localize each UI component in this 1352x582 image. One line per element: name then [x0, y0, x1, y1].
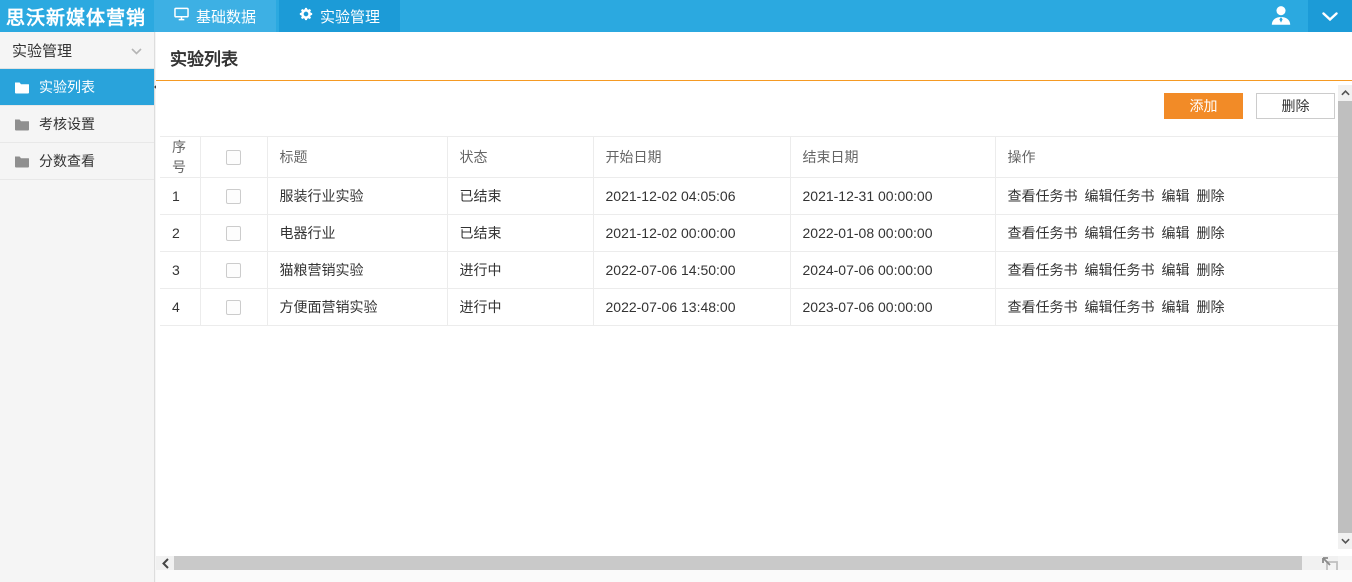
- scroll-up-arrow-icon[interactable]: [1338, 85, 1352, 101]
- col-header-index: 序号: [160, 136, 201, 178]
- select-all-checkbox[interactable]: [226, 150, 241, 166]
- table-row: 1 服装行业实验 已结束 2021-12-02 04:05:06 2021-12…: [160, 177, 1340, 215]
- horizontal-scrollbar[interactable]: [156, 556, 1338, 570]
- sidebar: 实验管理 实验列表 考核设置 分数查看: [0, 32, 163, 582]
- sidebar-item-assessment-settings[interactable]: 考核设置: [0, 106, 154, 143]
- scroll-down-arrow-icon[interactable]: [1338, 533, 1352, 549]
- edit-link[interactable]: 编辑: [1162, 299, 1190, 315]
- row-actions: 查看任务书 编辑任务书 编辑 删除: [995, 214, 1340, 252]
- tab-label: 实验管理: [320, 8, 381, 26]
- sidebar-item-experiment-list[interactable]: 实验列表: [0, 69, 163, 106]
- row-status: 已结束: [447, 177, 594, 215]
- row-checkbox[interactable]: [226, 189, 241, 205]
- edit-link[interactable]: 编辑: [1162, 262, 1190, 278]
- edit-link[interactable]: 编辑: [1162, 188, 1190, 204]
- edit-task-book-link[interactable]: 编辑任务书: [1085, 262, 1155, 278]
- table-header-row: 序号 标题 状态 开始日期 结束日期 操作: [160, 136, 1340, 178]
- sidebar-group-experiment-management[interactable]: 实验管理: [0, 32, 154, 69]
- row-status: 进行中: [447, 251, 594, 289]
- delete-link[interactable]: 删除: [1197, 262, 1225, 278]
- bottom-strip: [156, 570, 1352, 582]
- col-header-status: 状态: [447, 136, 594, 178]
- gear-icon: [299, 7, 313, 25]
- edit-task-book-link[interactable]: 编辑任务书: [1085, 299, 1155, 315]
- table-row: 4 方便面营销实验 进行中 2022-07-06 13:48:00 2023-0…: [160, 288, 1340, 326]
- table-row: 3 猫粮营销实验 进行中 2022-07-06 14:50:00 2024-07…: [160, 251, 1340, 289]
- table-row: 2 电器行业 已结束 2021-12-02 00:00:00 2022-01-0…: [160, 214, 1340, 252]
- monitor-icon: [174, 7, 189, 25]
- tab-experiment-management[interactable]: 实验管理: [279, 0, 401, 32]
- row-actions: 查看任务书 编辑任务书 编辑 删除: [995, 251, 1340, 289]
- topbar-dropdown-button[interactable]: [1308, 0, 1352, 32]
- row-checkbox[interactable]: [226, 226, 241, 242]
- vertical-scrollbar[interactable]: [1338, 85, 1352, 549]
- row-status: 进行中: [447, 288, 594, 326]
- row-title: 电器行业: [267, 214, 448, 252]
- user-icon: [1268, 2, 1294, 31]
- col-header-checkbox: [200, 136, 268, 178]
- row-start-date: 2021-12-02 04:05:06: [593, 177, 791, 215]
- sidebar-item-label: 考核设置: [39, 116, 95, 132]
- toolbar: 添加 删除: [156, 93, 1352, 119]
- row-start-date: 2022-07-06 14:50:00: [593, 251, 791, 289]
- col-header-end-date: 结束日期: [790, 136, 996, 178]
- view-task-book-link[interactable]: 查看任务书: [1008, 262, 1078, 278]
- row-index: 1: [160, 177, 201, 215]
- row-actions: 查看任务书 编辑任务书 编辑 删除: [995, 288, 1340, 326]
- row-index: 2: [160, 214, 201, 252]
- vertical-scrollbar-thumb[interactable]: [1338, 101, 1352, 533]
- delete-link[interactable]: 删除: [1197, 188, 1225, 204]
- folder-icon: [14, 155, 30, 168]
- edit-task-book-link[interactable]: 编辑任务书: [1085, 188, 1155, 204]
- horizontal-scrollbar-thumb[interactable]: [174, 556, 1302, 570]
- edit-link[interactable]: 编辑: [1162, 225, 1190, 241]
- sidebar-group-label: 实验管理: [12, 42, 73, 60]
- view-task-book-link[interactable]: 查看任务书: [1008, 188, 1078, 204]
- row-index: 3: [160, 251, 201, 289]
- user-menu-button[interactable]: [1254, 0, 1308, 32]
- delete-button[interactable]: 删除: [1256, 93, 1335, 119]
- row-end-date: 2024-07-06 00:00:00: [790, 251, 996, 289]
- tab-label: 基础数据: [196, 8, 257, 26]
- folder-icon: [14, 118, 30, 131]
- row-checkbox[interactable]: [226, 300, 241, 316]
- delete-link[interactable]: 删除: [1197, 299, 1225, 315]
- delete-link[interactable]: 删除: [1197, 225, 1225, 241]
- sidebar-item-score-view[interactable]: 分数查看: [0, 143, 154, 180]
- scroll-left-arrow-icon[interactable]: [156, 557, 174, 569]
- row-title: 服装行业实验: [267, 177, 448, 215]
- chevron-down-icon: [131, 42, 142, 59]
- row-title: 猫粮营销实验: [267, 251, 448, 289]
- row-start-date: 2022-07-06 13:48:00: [593, 288, 791, 326]
- row-title: 方便面营销实验: [267, 288, 448, 326]
- sidebar-item-label: 分数查看: [39, 153, 95, 169]
- title-divider: [156, 80, 1352, 81]
- topbar: 思沃新媒体营销 基础数据 实验管理: [0, 0, 1352, 32]
- experiment-table: 序号 标题 状态 开始日期 结束日期 操作 1 服装行业实验 已结束 2021-…: [160, 136, 1340, 326]
- row-end-date: 2023-07-06 00:00:00: [790, 288, 996, 326]
- edit-task-book-link[interactable]: 编辑任务书: [1085, 225, 1155, 241]
- row-checkbox[interactable]: [226, 263, 241, 279]
- sidebar-item-label: 实验列表: [39, 79, 95, 95]
- row-actions: 查看任务书 编辑任务书 编辑 删除: [995, 177, 1340, 215]
- row-end-date: 2021-12-31 00:00:00: [790, 177, 996, 215]
- row-end-date: 2022-01-08 00:00:00: [790, 214, 996, 252]
- page-title: 实验列表: [170, 50, 238, 69]
- row-start-date: 2021-12-02 00:00:00: [593, 214, 791, 252]
- row-index: 4: [160, 288, 201, 326]
- chevron-down-icon: [1322, 8, 1338, 24]
- folder-icon: [14, 81, 30, 94]
- col-header-title: 标题: [267, 136, 448, 178]
- col-header-actions: 操作: [995, 136, 1340, 178]
- main-content: 实验列表 添加 删除 序号 标题 状态 开始日期 结束日期 操作 1 服装行业实…: [156, 32, 1352, 556]
- view-task-book-link[interactable]: 查看任务书: [1008, 299, 1078, 315]
- app-logo: 思沃新媒体营销: [6, 7, 147, 29]
- col-header-start-date: 开始日期: [593, 136, 791, 178]
- tab-basic-data[interactable]: 基础数据: [154, 0, 277, 32]
- row-status: 已结束: [447, 214, 594, 252]
- view-task-book-link[interactable]: 查看任务书: [1008, 225, 1078, 241]
- add-button[interactable]: 添加: [1164, 93, 1243, 119]
